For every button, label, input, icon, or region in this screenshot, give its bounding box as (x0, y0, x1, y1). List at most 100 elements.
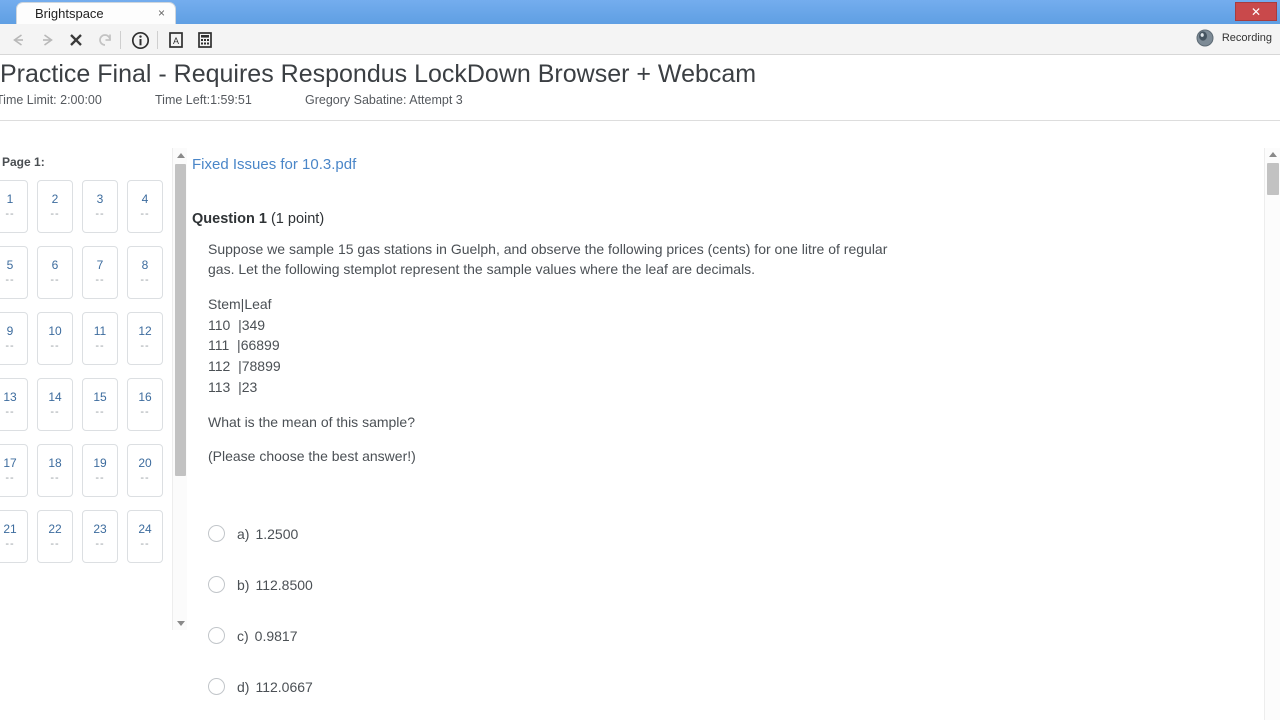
question-card[interactable]: 7 -- (82, 246, 118, 299)
document-a-icon[interactable]: A (166, 30, 186, 50)
attachment-link[interactable]: Fixed Issues for 10.3.pdf (192, 156, 356, 173)
question-card-number: 19 (93, 456, 107, 470)
question-card[interactable]: 13 -- (0, 378, 28, 431)
answer-option-letter: c) (237, 627, 249, 644)
stop-x-icon[interactable] (66, 30, 86, 50)
answer-option-label: a) 1.2500 (237, 526, 298, 542)
exam-meta-bar: Time Limit: 2:00:00 Time Left:1:59:51 Gr… (0, 93, 1280, 113)
question-card-number: 9 (6, 324, 14, 338)
main-scroll-thumb[interactable] (1267, 163, 1279, 195)
answer-option-letter: b) (237, 576, 250, 593)
question-card-status: -- (50, 208, 60, 220)
calculator-icon[interactable] (195, 30, 215, 50)
question-card[interactable]: 10 -- (37, 312, 73, 365)
question-card-number: 10 (48, 324, 62, 338)
question-card[interactable]: 20 -- (127, 444, 163, 497)
time-left-label: Time Left:1:59:51 (155, 93, 252, 107)
answer-option-value: 112.0667 (255, 678, 313, 695)
question-card-status: -- (140, 538, 150, 550)
question-card-number: 11 (93, 324, 107, 338)
question-card[interactable]: 8 -- (127, 246, 163, 299)
question-card-status: -- (5, 472, 15, 484)
browser-tab-brightspace[interactable]: Brightspace × (16, 2, 176, 24)
question-card[interactable]: 23 -- (82, 510, 118, 563)
question-card[interactable]: 19 -- (82, 444, 118, 497)
question-card-status: -- (50, 340, 60, 352)
answer-option-letter: a) (237, 525, 250, 542)
question-card-status: -- (95, 538, 105, 550)
question-card[interactable]: 18 -- (37, 444, 73, 497)
sidebar-scrollbar[interactable] (172, 148, 187, 630)
question-card-number: 17 (3, 456, 17, 470)
answer-option-value: 112.8500 (255, 576, 313, 593)
forward-arrow-icon[interactable] (38, 30, 58, 50)
answer-option[interactable]: c) 0.9817 (208, 610, 808, 661)
question-card[interactable]: 1 -- (0, 180, 28, 233)
question-card[interactable]: 5 -- (0, 246, 28, 299)
main-scrollbar[interactable] (1264, 148, 1280, 720)
question-card-status: -- (140, 274, 150, 286)
answer-options: a) 1.2500 b) 112.8500 c) 0.9817 d) 112.0667 e)11… (208, 508, 808, 720)
question-card[interactable]: 24 -- (127, 510, 163, 563)
question-heading: Question 1 (1 point) (192, 211, 324, 227)
stemplot: Stem|Leaf 110 |349 111 |66899 112 |78899… (208, 296, 281, 395)
question-ask: What is the mean of this sample? (208, 413, 415, 430)
recording-label: Recording (1221, 32, 1272, 44)
question-card[interactable]: 6 -- (37, 246, 73, 299)
question-card[interactable]: 17 -- (0, 444, 28, 497)
question-card-number: 1 (6, 192, 14, 206)
question-card-status: -- (140, 340, 150, 352)
question-card-status: -- (5, 406, 15, 418)
question-card-number: 14 (48, 390, 62, 404)
answer-option[interactable]: d) 112.0667 (208, 661, 808, 712)
question-card-status: -- (5, 208, 15, 220)
main-scroll-up-icon[interactable] (1265, 148, 1280, 161)
question-card-status: -- (140, 208, 150, 220)
question-card[interactable]: 4 -- (127, 180, 163, 233)
question-card[interactable]: 2 -- (37, 180, 73, 233)
reload-icon[interactable] (95, 30, 115, 50)
back-arrow-icon[interactable] (8, 30, 28, 50)
answer-option[interactable]: e)111.0000 (208, 712, 808, 720)
answer-option[interactable]: b) 112.8500 (208, 559, 808, 610)
radio-button[interactable] (208, 576, 225, 593)
answer-option-label: c) 0.9817 (237, 628, 298, 644)
radio-button[interactable] (208, 627, 225, 644)
radio-button[interactable] (208, 525, 225, 542)
browser-tab-bar: Brightspace × ✕ (0, 0, 1280, 24)
recording-indicator: Recording (1194, 27, 1272, 49)
question-card-number: 6 (51, 258, 59, 272)
answer-option-value: 1.2500 (255, 525, 299, 542)
question-card[interactable]: 21 -- (0, 510, 28, 563)
sidebar-scroll-up-icon[interactable] (173, 148, 188, 162)
svg-text:A: A (173, 36, 179, 46)
answer-option-label: b) 112.8500 (237, 577, 313, 593)
question-card[interactable]: 9 -- (0, 312, 28, 365)
question-card[interactable]: 16 -- (127, 378, 163, 431)
window-close-button[interactable]: ✕ (1235, 2, 1277, 21)
question-card-status: -- (140, 406, 150, 418)
answer-option-label: d) 112.0667 (237, 679, 313, 695)
question-card-number: 8 (141, 258, 149, 272)
toolbar-divider-2 (157, 31, 158, 49)
question-card-status: -- (5, 538, 15, 550)
page-label: Page 1: (2, 155, 45, 169)
answer-option[interactable]: a) 1.2500 (208, 508, 808, 559)
info-circle-icon[interactable] (130, 30, 150, 50)
radio-button[interactable] (208, 678, 225, 695)
sidebar-scroll-thumb[interactable] (175, 164, 186, 476)
question-card[interactable]: 12 -- (127, 312, 163, 365)
sidebar-scroll-down-icon[interactable] (173, 616, 188, 630)
header-divider (0, 120, 1280, 121)
question-card[interactable]: 14 -- (37, 378, 73, 431)
question-card[interactable]: 22 -- (37, 510, 73, 563)
question-card-number: 3 (96, 192, 104, 206)
question-card[interactable]: 3 -- (82, 180, 118, 233)
question-card-status: -- (5, 340, 15, 352)
question-card[interactable]: 15 -- (82, 378, 118, 431)
question-card[interactable]: 11 -- (82, 312, 118, 365)
question-prompt: Suppose we sample 15 gas stations in Gue… (208, 241, 888, 277)
question-card-number: 21 (3, 522, 17, 536)
tab-close-icon[interactable]: × (158, 6, 165, 20)
question-note: (Please choose the best answer!) (208, 448, 416, 465)
